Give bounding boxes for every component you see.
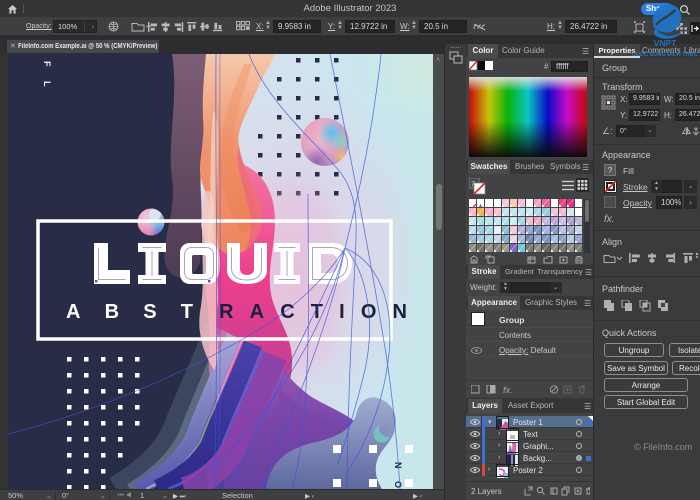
svg-text:CUỘC SỐNG ĐÍCH THỰC: CUỘC SỐNG ĐÍCH THỰC bbox=[632, 50, 698, 58]
svg-text:VNPT: VNPT bbox=[654, 38, 677, 48]
svg-text:N O: N O bbox=[393, 462, 403, 489]
svg-text:F L: F L bbox=[42, 61, 52, 93]
svg-text:fx.: fx. bbox=[503, 385, 513, 395]
